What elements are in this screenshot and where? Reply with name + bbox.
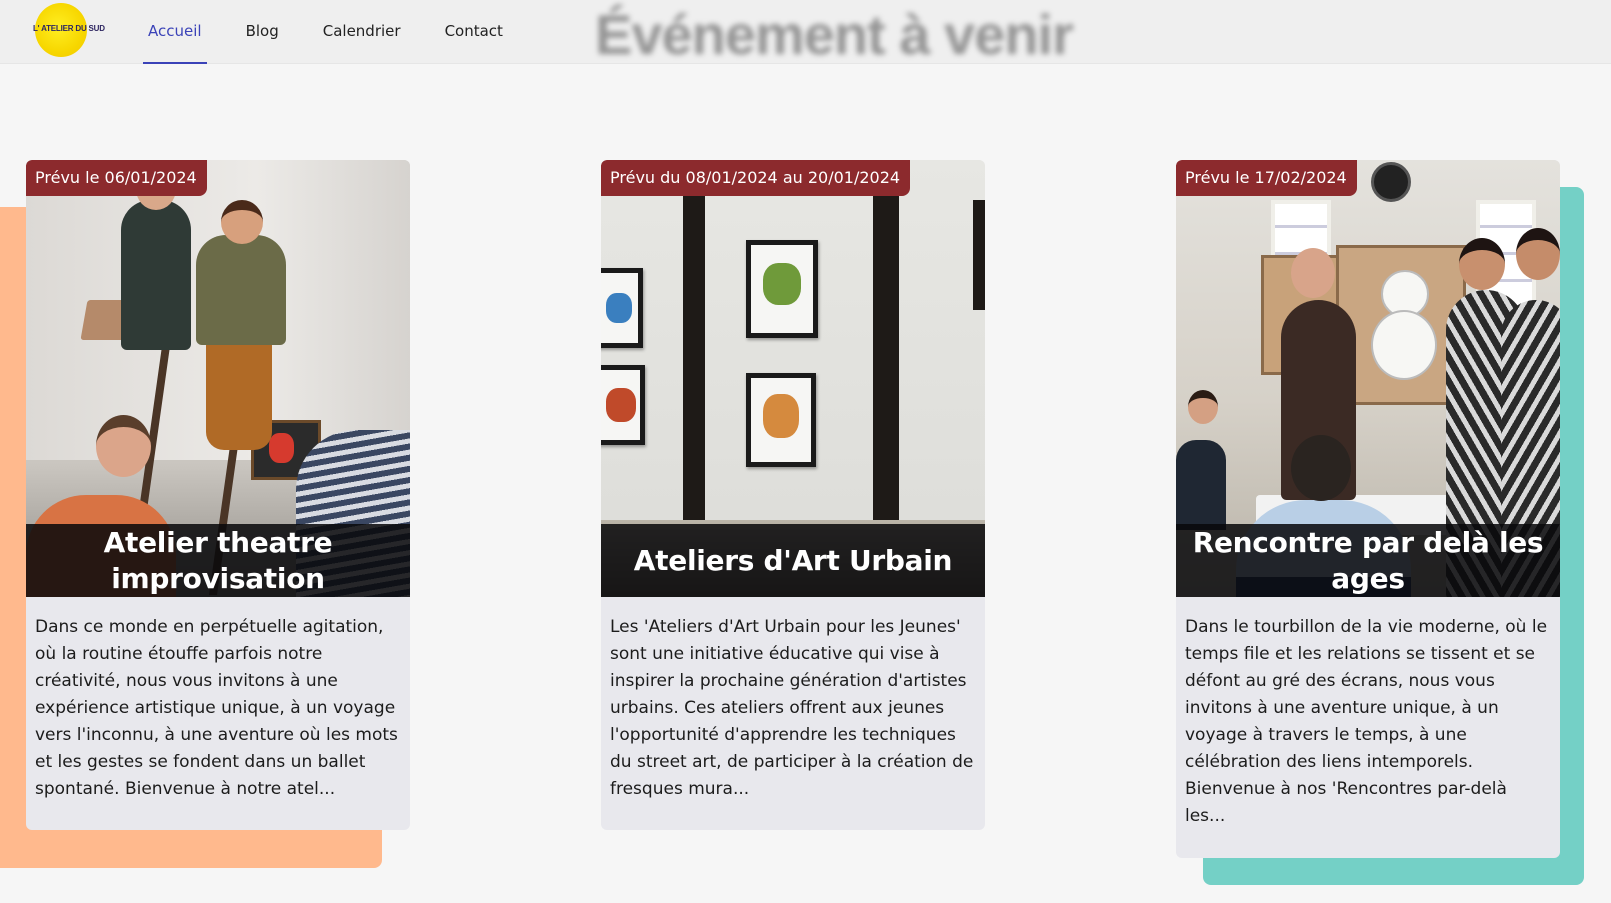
site-logo[interactable]: L' ATELIER DU SUD [33,3,105,57]
event-title[interactable]: Ateliers d'Art Urbain [634,543,953,579]
event-title-band: Atelier theatre improvisation [26,524,410,597]
section-title-blurred: Événement à venir [595,3,1074,66]
main-nav: Accueil Blog Calendrier Contact [143,0,547,64]
event-card[interactable]: Prévu le 17/02/2024 Rencontre par delà l… [1176,160,1560,858]
event-title-band: Rencontre par delà les ages [1176,524,1560,597]
event-photo-art-urbain: Prévu du 08/01/2024 au 20/01/2024 Atelie… [601,160,985,597]
event-date-badge: Prévu du 08/01/2024 au 20/01/2024 [601,160,911,196]
nav-link-contact[interactable]: Contact [445,0,503,64]
event-photo-theatre: Prévu le 06/01/2024 Atelier theatre impr… [26,160,410,597]
event-date-badge: Prévu le 06/01/2024 [26,160,207,196]
nav-link-accueil[interactable]: Accueil [143,0,207,64]
nav-link-calendrier[interactable]: Calendrier [323,0,401,64]
event-photo-rencontre: Prévu le 17/02/2024 Rencontre par delà l… [1176,160,1560,597]
nav-link-blog[interactable]: Blog [246,0,279,64]
event-card[interactable]: Prévu le 06/01/2024 Atelier theatre impr… [26,160,410,830]
event-title-band: Ateliers d'Art Urbain [601,524,985,597]
logo-text: L' ATELIER DU SUD [33,24,105,33]
event-date-badge: Prévu le 17/02/2024 [1176,160,1357,196]
event-description: Les 'Ateliers d'Art Urbain pour les Jeun… [610,617,974,799]
site-header: L' ATELIER DU SUD Accueil Blog Calendrie… [0,0,1611,66]
event-description: Dans le tourbillon de la vie moderne, où… [1185,617,1548,826]
event-title[interactable]: Rencontre par delà les ages [1176,525,1560,597]
event-title[interactable]: Atelier theatre improvisation [26,525,410,597]
event-card[interactable]: Prévu du 08/01/2024 au 20/01/2024 Atelie… [601,160,985,830]
event-description: Dans ce monde en perpétuelle agitation, … [35,617,398,799]
